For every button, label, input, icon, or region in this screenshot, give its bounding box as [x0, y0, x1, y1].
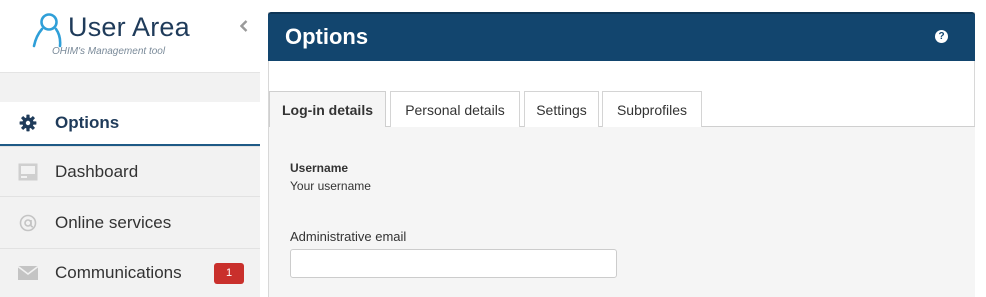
tab-settings[interactable]: Settings	[524, 91, 599, 127]
app-logo[interactable]: User Area OHIM's Management tool	[32, 10, 232, 62]
sidebar-collapse-button[interactable]	[236, 17, 252, 35]
dashboard-icon	[17, 161, 39, 183]
sidebar-item-online-services[interactable]: Online services	[0, 196, 260, 248]
administrative-email-input[interactable]	[290, 249, 617, 278]
tab-personal-details[interactable]: Personal details	[390, 91, 520, 127]
envelope-icon	[17, 262, 39, 284]
sidebar-spacer	[0, 72, 260, 102]
user-logo-icon	[32, 13, 62, 48]
sidebar-item-label: Communications	[55, 263, 182, 282]
username-value: Your username	[290, 179, 371, 193]
help-icon[interactable]: ?	[935, 30, 948, 43]
chevron-left-icon	[240, 20, 248, 32]
options-panel: Options ? Log-in details Personal detail…	[268, 12, 975, 297]
sidebar-item-communications[interactable]: Communications 1	[0, 248, 260, 297]
sidebar: User Area OHIM's Management tool Options…	[0, 0, 260, 297]
sidebar-item-label: Options	[55, 113, 120, 132]
sidebar-item-dashboard[interactable]: Dashboard	[0, 146, 260, 196]
tab-log-in-details[interactable]: Log-in details	[269, 91, 386, 128]
page-title: Options	[285, 24, 369, 49]
log-in-details-content: Username Your username Administrative em…	[269, 127, 975, 297]
app-subtitle: OHIM's Management tool	[52, 46, 166, 57]
options-tabs: Log-in details Personal details Settings…	[269, 91, 975, 128]
app-title: User Area	[68, 12, 190, 42]
sidebar-item-options[interactable]: Options	[0, 102, 260, 146]
username-label: Username	[290, 161, 349, 175]
at-icon	[17, 212, 39, 234]
unread-count-badge: 1	[214, 262, 244, 284]
administrative-email-label: Administrative email	[290, 229, 407, 244]
tab-subprofiles[interactable]: Subprofiles	[602, 91, 702, 127]
panel-header: Options ?	[268, 12, 975, 61]
sidebar-item-label: Dashboard	[55, 161, 139, 181]
gear-icon	[17, 112, 39, 134]
sidebar-item-label: Online services	[55, 212, 172, 232]
